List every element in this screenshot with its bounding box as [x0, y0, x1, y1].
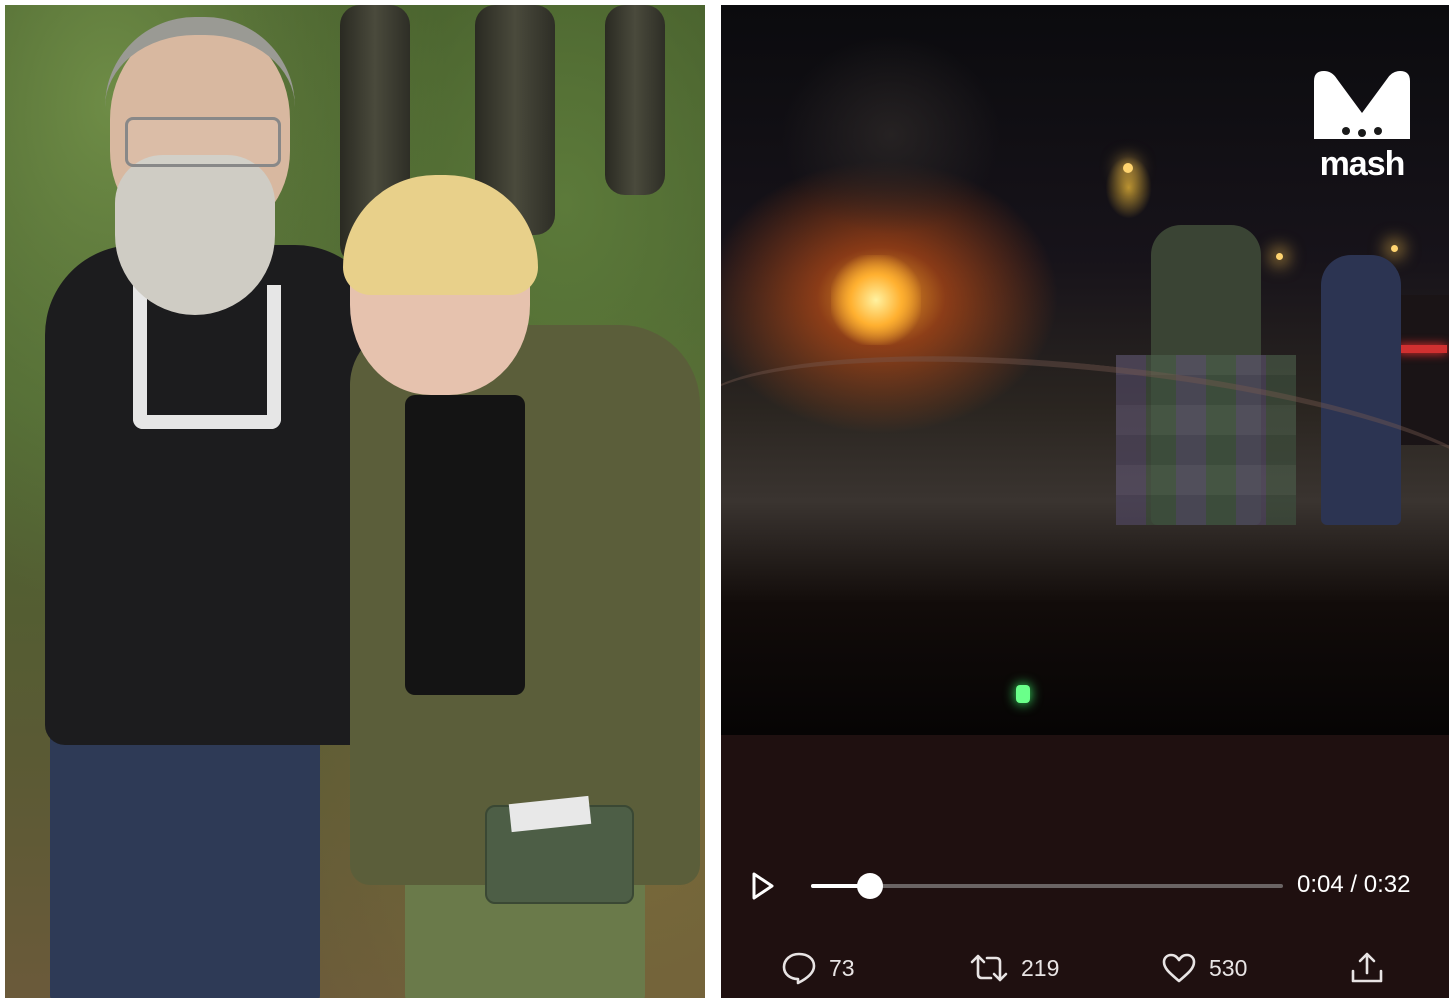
play-icon: [752, 872, 774, 900]
fire-glow: [831, 255, 921, 345]
tree-trunk: [605, 5, 665, 195]
play-button[interactable]: [751, 871, 775, 901]
street-light: [1391, 245, 1398, 252]
reply-icon: [782, 952, 816, 985]
man-trousers: [50, 705, 320, 998]
retweet-count: 219: [1021, 954, 1060, 981]
woman-black-top: [405, 395, 525, 695]
retweet-icon: [970, 954, 1008, 982]
video-player: mash 0:04 / 0:32 73 219 530: [721, 5, 1449, 998]
retweet-button[interactable]: 219: [969, 945, 1059, 991]
current-time: 0:04: [1297, 871, 1344, 898]
left-photo: [5, 5, 705, 998]
like-count: 530: [1209, 954, 1248, 981]
like-button[interactable]: 530: [1161, 945, 1247, 991]
video-frame[interactable]: mash: [721, 5, 1449, 735]
tweet-actions: 73 219 530: [721, 945, 1449, 991]
man-hair: [105, 17, 295, 125]
street-light: [1123, 163, 1133, 173]
heart-icon: [1162, 953, 1196, 983]
brand-logo-mark: [1314, 71, 1410, 139]
brand-logo: mash: [1310, 67, 1414, 185]
smoke-plume: [781, 35, 1001, 235]
street-light: [1276, 253, 1283, 260]
brand-logo-text: mash: [1319, 145, 1406, 183]
reply-count: 73: [829, 954, 855, 981]
woman-olive-jacket: [350, 325, 700, 885]
car-taillight: [1397, 345, 1447, 353]
time-readout: 0:04 / 0:32: [1297, 871, 1410, 899]
dashboard-light: [1016, 685, 1030, 703]
seek-thumb[interactable]: [857, 873, 883, 899]
time-separator: /: [1350, 871, 1358, 898]
glasses: [125, 117, 281, 167]
man-beard: [115, 155, 275, 315]
share-icon: [1351, 952, 1383, 983]
share-button[interactable]: [1349, 945, 1385, 991]
duration: 0:32: [1363, 871, 1411, 898]
reply-button[interactable]: 73: [781, 945, 855, 991]
